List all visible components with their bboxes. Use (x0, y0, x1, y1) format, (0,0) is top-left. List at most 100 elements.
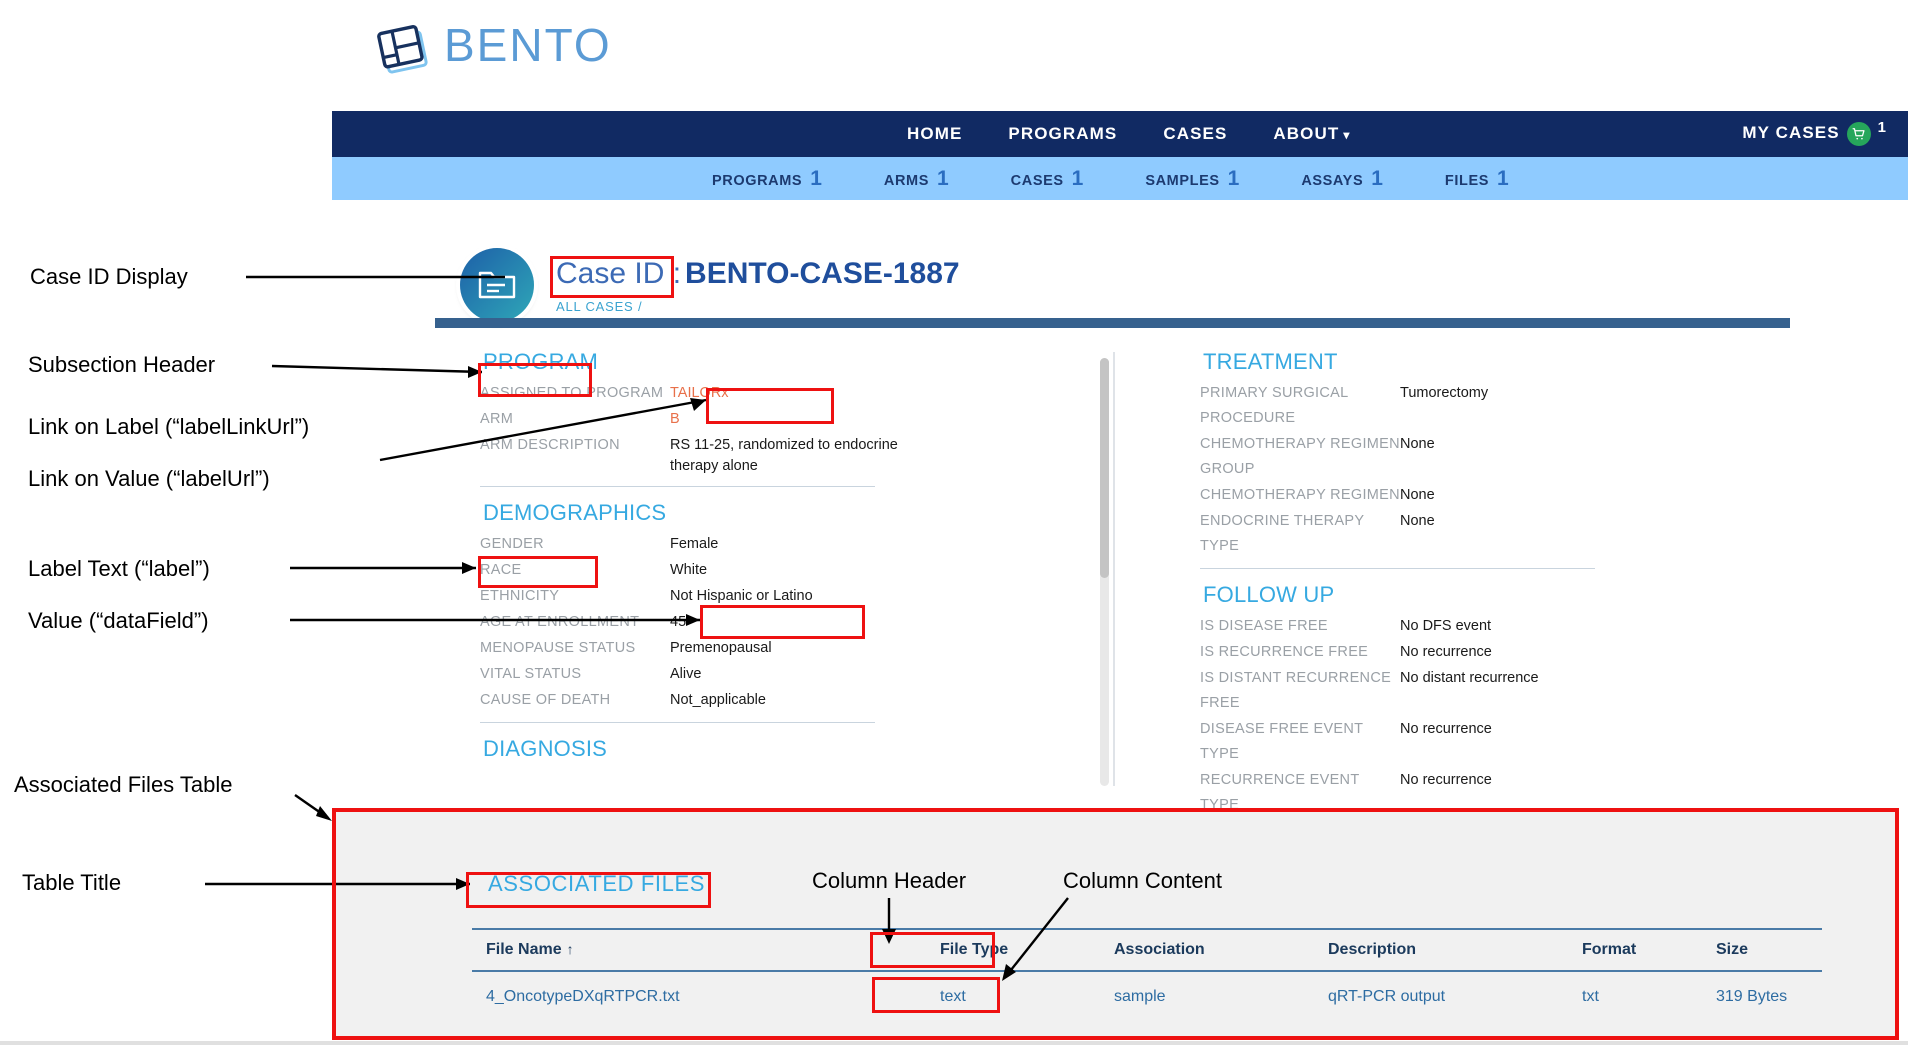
annotation-column-header: Column Header (812, 868, 967, 893)
stat-files[interactable]: FILES 1 (1445, 167, 1509, 191)
associated-files-panel: ASSOCIATED FILES File Name ↑ File Type As… (332, 808, 1899, 1040)
case-id-value: BENTO-CASE-1887 (685, 257, 960, 290)
case-id-label: Case ID : (556, 257, 682, 290)
section-divider (1200, 568, 1595, 569)
primary-navbar: HOME PROGRAMS CASES ABOUT ▾ MY CASES 1 (332, 111, 1908, 157)
section-program: PROGRAM ASSIGNED TO PROGRAM TAILORx ARM … (480, 348, 995, 487)
column-header-size[interactable]: Size (1702, 928, 1822, 972)
stat-programs-value: 1 (810, 166, 822, 190)
field-value[interactable]: TAILORx (670, 381, 729, 406)
nav-item-cases[interactable]: CASES (1163, 124, 1227, 144)
stat-files-value: 1 (1497, 166, 1509, 190)
field-label: ASSIGNED TO PROGRAM (480, 385, 664, 401)
field-race: RACE White (480, 558, 995, 583)
nav-item-programs[interactable]: PROGRAMS (1008, 124, 1117, 144)
stats-list: PROGRAMS 1 ARMS 1 CASES 1 SAMPLES 1 ASSA… (712, 167, 1509, 191)
associated-files-table: File Name ↑ File Type Association Descrip… (472, 928, 1822, 1022)
stat-cases[interactable]: CASES 1 (1011, 167, 1084, 191)
stat-programs-label: PROGRAMS (712, 172, 803, 189)
brand-logo[interactable]: BENTO (368, 14, 612, 76)
field-value: No distant recurrence (1400, 670, 1539, 686)
stat-programs[interactable]: PROGRAMS 1 (712, 167, 822, 191)
section-demographics: DEMOGRAPHICS GENDER Female RACE White ET… (480, 499, 995, 723)
field-chemotherapy-regimen-group: CHEMOTHERAPY REGIMEN GROUP None (1200, 432, 1790, 482)
detail-column-spacer (995, 348, 1155, 788)
my-cases-button[interactable]: MY CASES 1 (1742, 120, 1886, 146)
stat-assays[interactable]: ASSAYS 1 (1301, 167, 1383, 191)
field-value: Alive (670, 666, 702, 682)
sort-ascending-arrow-icon: ↑ (566, 941, 574, 957)
field-value: Not_applicable (670, 692, 766, 708)
field-value: RS 11-25, randomized to endocrine therap… (670, 437, 898, 474)
field-value: No DFS event (1400, 618, 1492, 634)
annotation-associated-files-table: Associated Files Table (14, 772, 233, 797)
field-age-at-enrollment: AGE AT ENROLLMENT 45 (480, 610, 995, 635)
field-label: IS DISTANT RECURRENCE FREE (1200, 670, 1392, 711)
field-endocrine-therapy-type: ENDOCRINE THERAPY TYPE None (1200, 509, 1790, 559)
annotation-label-text: Label Text (“label”) (28, 556, 210, 581)
cell-format: txt (1582, 988, 1599, 1005)
case-header: Case ID : BENTO-CASE-1887 ALL CASES / (460, 248, 960, 322)
field-value: Premenopausal (670, 640, 772, 656)
field-disease-free-event-type: DISEASE FREE EVENT TYPE No recurrence (1200, 717, 1790, 767)
nav-item-home[interactable]: HOME (907, 124, 962, 144)
field-primary-surgical-procedure: PRIMARY SURGICAL PROCEDURE Tumorectomy (1200, 381, 1790, 431)
field-value: Tumorectomy (1400, 385, 1489, 401)
field-label: ENDOCRINE THERAPY TYPE (1200, 513, 1365, 554)
annotation-table-title: Table Title (22, 870, 122, 895)
column-header-description[interactable]: Description (1314, 928, 1568, 972)
stat-samples-value: 1 (1227, 166, 1240, 190)
case-title-block: Case ID : BENTO-CASE-1887 ALL CASES / (550, 256, 960, 314)
annotation-link-on-value: Link on Value (“labelUrl”) (28, 466, 270, 491)
field-value: No recurrence (1400, 721, 1492, 737)
detail-scrollbar-thumb[interactable] (1100, 358, 1109, 578)
field-arm: ARM B (480, 407, 995, 432)
section-program-title: PROGRAM (483, 349, 599, 374)
field-label: ARM DESCRIPTION (480, 437, 620, 453)
column-header-association[interactable]: Association (1100, 928, 1314, 972)
field-label: IS RECURRENCE FREE (1200, 644, 1369, 660)
cell-size: 319 Bytes (1716, 988, 1788, 1005)
field-is-recurrence-free: IS RECURRENCE FREE No recurrence (1200, 640, 1790, 665)
chevron-down-icon: ▾ (1343, 128, 1351, 142)
field-value[interactable]: B (670, 407, 680, 432)
field-value: No recurrence (1400, 644, 1492, 660)
column-header-file-type[interactable]: File Type (926, 928, 1100, 972)
field-menopause-status: MENOPAUSE STATUS Premenopausal (480, 636, 995, 661)
field-gender: GENDER Female (480, 532, 995, 557)
column-header-file-name[interactable]: File Name ↑ (472, 928, 926, 972)
stats-bar: PROGRAMS 1 ARMS 1 CASES 1 SAMPLES 1 ASSA… (332, 157, 1908, 200)
annotation-subsection-header: Subsection Header (28, 352, 216, 377)
section-demographics-title: DEMOGRAPHICS (483, 500, 667, 525)
page-root: BENTO HOME PROGRAMS CASES ABOUT ▾ MY CASE… (0, 0, 1908, 1045)
field-label: GENDER (480, 536, 544, 552)
stat-samples[interactable]: SAMPLES 1 (1145, 167, 1239, 191)
field-cause-of-death: CAUSE OF DEATH Not_applicable (480, 688, 995, 713)
table-header-row: File Name ↑ File Type Association Descrip… (472, 928, 1822, 972)
breadcrumb[interactable]: ALL CASES / (556, 299, 960, 314)
detail-column-right: TREATMENT PRIMARY SURGICAL PROCEDURE Tum… (1155, 348, 1790, 865)
field-label: MENOPAUSE STATUS (480, 640, 636, 656)
field-value: None (1400, 487, 1435, 503)
case-title: Case ID : BENTO-CASE-1887 (550, 256, 960, 293)
annotation-case-id-display: Case ID Display (30, 264, 188, 289)
stat-arms-label: ARMS (883, 172, 929, 189)
stat-arms[interactable]: ARMS 1 (884, 167, 949, 191)
case-folder-icon (460, 248, 534, 322)
bento-box-logo-icon (368, 14, 430, 76)
annotation-value-datafield: Value (“dataField”) (28, 608, 209, 633)
section-divider (480, 486, 875, 487)
field-label: VITAL STATUS (480, 666, 582, 682)
stat-assays-value: 1 (1371, 166, 1383, 190)
stat-arms-value: 1 (936, 166, 949, 190)
cell-file-name[interactable]: 4_OncotypeDXqRTPCR.txt (472, 971, 926, 1022)
annotation-column-content: Column Content (1063, 868, 1222, 893)
nav-item-about[interactable]: ABOUT ▾ (1273, 124, 1350, 144)
column-header-format[interactable]: Format (1568, 928, 1702, 972)
field-label: IS DISEASE FREE (1200, 618, 1328, 634)
table-row[interactable]: 4_OncotypeDXqRTPCR.txt text sample qRT-P… (472, 971, 1822, 1022)
field-label: RACE (480, 562, 522, 578)
nav-item-about-label: ABOUT (1273, 124, 1340, 143)
cell-description: qRT-PCR output (1328, 988, 1446, 1005)
header-divider-bar (435, 318, 1790, 328)
